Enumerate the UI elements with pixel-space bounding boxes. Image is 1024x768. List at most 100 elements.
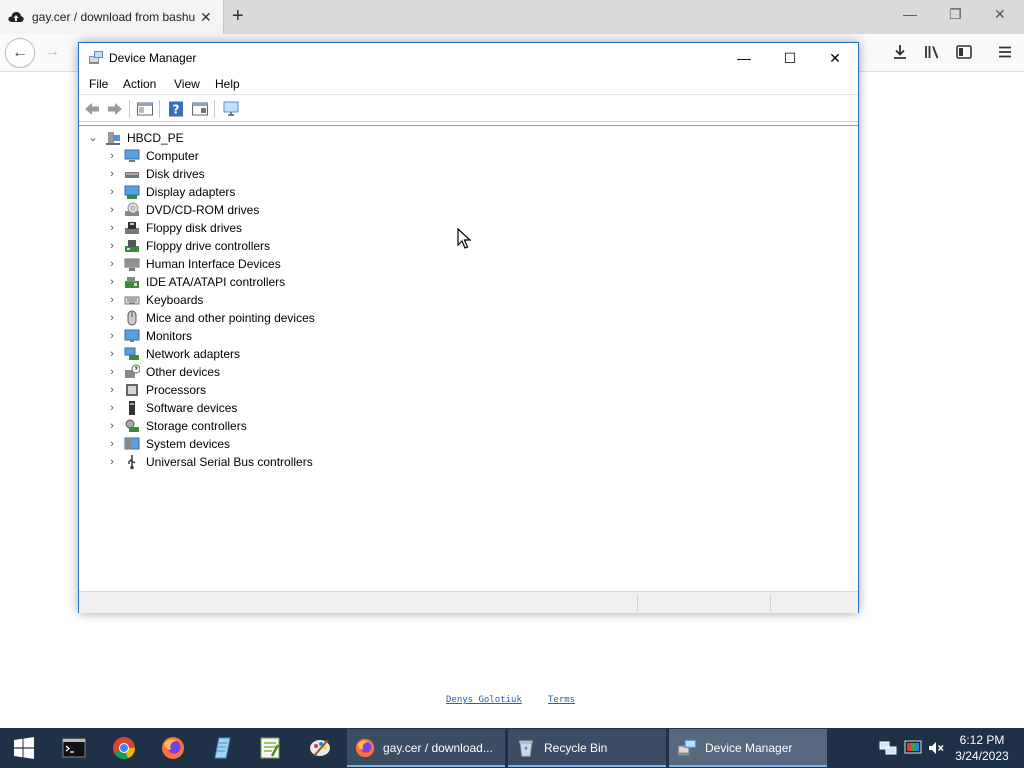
tree-item[interactable]: › Keyboards <box>106 291 506 309</box>
browser-restore-icon[interactable]: ❐ <box>949 6 962 23</box>
tree-item[interactable]: › Network adapters <box>106 345 506 363</box>
device-manager-icon <box>89 51 103 64</box>
tree-item[interactable]: › Floppy drive controllers <box>106 237 506 255</box>
browser-minimize-icon[interactable]: — <box>903 6 917 22</box>
tree-item[interactable]: › DVD/CD-ROM drives <box>106 201 506 219</box>
expand-chevron-icon[interactable]: › <box>106 275 118 289</box>
taskbar-task-recycle-bin[interactable]: Recycle Bin <box>508 729 666 767</box>
close-tab-icon[interactable]: ✕ <box>200 9 212 26</box>
expand-chevron-icon[interactable]: › <box>106 221 118 235</box>
tree-item-label: Monitors <box>146 329 193 343</box>
network-tray-icon[interactable] <box>879 739 897 757</box>
browser-tab[interactable]: gay.cer / download from bashu ✕ <box>0 0 224 34</box>
taskbar-clock[interactable]: 6:12 PM 3/24/2023 <box>946 732 1018 764</box>
menu-help[interactable]: Help <box>215 77 240 91</box>
back-button[interactable]: ← <box>5 38 35 68</box>
expand-chevron-icon[interactable]: › <box>106 149 118 163</box>
tree-item[interactable]: › Processors <box>106 381 506 399</box>
download-icon[interactable] <box>891 43 909 61</box>
tree-item[interactable]: › IDE ATA/ATAPI controllers <box>106 273 506 291</box>
device-manager-window: Device Manager — ☐ ✕ File Action View He… <box>78 42 859 613</box>
recycle-bin-icon <box>519 740 533 757</box>
expand-chevron-icon[interactable]: › <box>106 185 118 199</box>
footer-link-terms[interactable]: Terms <box>548 695 575 705</box>
help-icon[interactable]: ? <box>167 100 185 118</box>
title-bar[interactable]: Device Manager — ☐ ✕ <box>79 43 858 73</box>
expand-chevron-icon[interactable]: › <box>106 329 118 343</box>
mouse-cursor-icon <box>457 228 471 249</box>
tree-item[interactable]: › Disk drives <box>106 165 506 183</box>
tree-item-label: Processors <box>146 383 207 397</box>
expand-chevron-icon[interactable]: › <box>106 239 118 253</box>
expand-chevron-icon[interactable]: › <box>106 347 118 361</box>
tree-item-label: IDE ATA/ATAPI controllers <box>146 275 286 289</box>
expand-chevron-icon[interactable]: › <box>106 455 118 469</box>
expand-chevron-icon[interactable]: › <box>106 257 118 271</box>
collapse-chevron-icon[interactable]: ⌄ <box>87 131 99 145</box>
hid-icon <box>124 258 140 271</box>
expand-chevron-icon[interactable]: › <box>106 365 118 379</box>
taskbar-task-firefox[interactable]: gay.cer / download... <box>347 729 505 767</box>
status-divider <box>770 595 771 611</box>
tree-item[interactable]: › Software devices <box>106 399 506 417</box>
command-prompt-icon[interactable] <box>62 736 86 760</box>
hamburger-menu-icon[interactable] <box>996 43 1014 61</box>
tree-item-label: Keyboards <box>146 293 204 307</box>
tree-item[interactable]: › Storage controllers <box>106 417 506 435</box>
tree-item-label: Disk drives <box>146 167 205 181</box>
expand-chevron-icon[interactable]: › <box>106 401 118 415</box>
tree-root[interactable]: ⌄ HBCD_PE <box>87 129 487 147</box>
color-display-tray-icon[interactable] <box>904 739 922 757</box>
show-hide-console-tree-icon[interactable] <box>136 100 154 118</box>
expand-chevron-icon[interactable]: › <box>106 437 118 451</box>
notepad-plus-icon[interactable] <box>258 736 282 760</box>
expand-chevron-icon[interactable]: › <box>106 419 118 433</box>
tree-item[interactable]: › Universal Serial Bus controllers <box>106 453 506 471</box>
menu-file[interactable]: File <box>89 77 108 91</box>
clock-time: 6:12 PM <box>959 733 1005 747</box>
windows-start-icon[interactable] <box>0 728 48 768</box>
expand-chevron-icon[interactable]: › <box>106 167 118 181</box>
back-arrow-icon[interactable] <box>83 100 101 118</box>
properties-icon[interactable] <box>191 100 209 118</box>
forward-arrow-icon[interactable] <box>106 100 124 118</box>
taskbar-task-label: gay.cer / download... <box>383 741 493 755</box>
tree-item[interactable]: › Floppy disk drives <box>106 219 506 237</box>
paint-icon[interactable] <box>308 736 332 760</box>
taskbar-task-device-manager[interactable]: Device Manager <box>669 729 827 767</box>
browser-close-icon[interactable]: ✕ <box>994 6 1006 23</box>
expand-chevron-icon[interactable]: › <box>106 203 118 217</box>
minimize-button[interactable]: — <box>721 43 767 73</box>
volume-muted-icon[interactable] <box>927 739 945 757</box>
expand-chevron-icon[interactable]: › <box>106 311 118 325</box>
keyboard-icon <box>124 296 140 305</box>
tree-item[interactable]: › Other devices <box>106 363 506 381</box>
firefox-icon[interactable] <box>161 736 185 760</box>
tree-item[interactable]: › Mice and other pointing devices <box>106 309 506 327</box>
forward-button[interactable]: → <box>44 43 60 61</box>
chrome-icon[interactable] <box>112 736 136 760</box>
device-manager-icon <box>677 739 697 756</box>
footer-link-author[interactable]: Denys Golotiuk <box>446 695 522 705</box>
taskbar-task-label: Device Manager <box>705 741 793 755</box>
expand-chevron-icon[interactable]: › <box>106 383 118 397</box>
expand-chevron-icon[interactable]: › <box>106 293 118 307</box>
tree-item[interactable]: › Display adapters <box>106 183 506 201</box>
tree-item-label: Storage controllers <box>146 419 247 433</box>
tree-item[interactable]: › Computer <box>106 147 506 165</box>
menu-view[interactable]: View <box>174 77 200 91</box>
tree-item[interactable]: › System devices <box>106 435 506 453</box>
tree-item[interactable]: › Monitors <box>106 327 506 345</box>
sidebar-icon[interactable] <box>955 43 973 61</box>
library-icon[interactable] <box>923 43 941 61</box>
tree-item-label: Floppy disk drives <box>146 221 243 235</box>
tree-item[interactable]: › Human Interface Devices <box>106 255 506 273</box>
close-button[interactable]: ✕ <box>812 43 858 73</box>
window-title: Device Manager <box>109 51 197 65</box>
notepad-icon[interactable] <box>210 736 234 760</box>
new-tab-button[interactable]: + <box>232 5 244 28</box>
maximize-button[interactable]: ☐ <box>767 43 813 73</box>
scan-hardware-icon[interactable] <box>222 100 240 118</box>
tree-item-label: Universal Serial Bus controllers <box>146 455 313 469</box>
menu-action[interactable]: Action <box>123 77 156 91</box>
